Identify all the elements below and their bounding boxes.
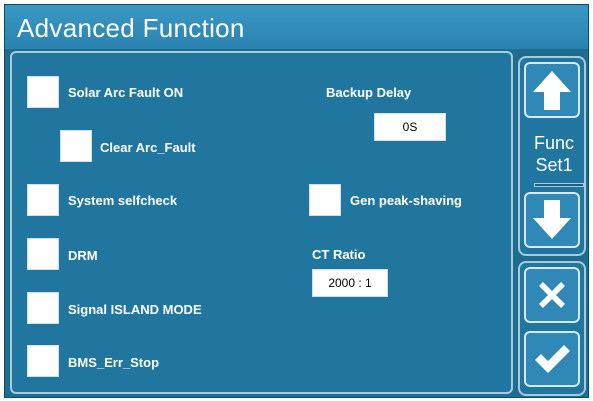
action-group xyxy=(518,261,586,396)
title-bar: Advanced Function xyxy=(5,5,588,49)
signal-island-mode-label: Signal ISLAND MODE xyxy=(68,302,202,317)
system-selfcheck-label: System selfcheck xyxy=(68,193,178,208)
func-set-line1: Func xyxy=(533,133,575,153)
func-set-indicator xyxy=(534,183,584,187)
gen-peak-shaving-label: Gen peak-shaving xyxy=(350,193,462,208)
arrow-up-icon xyxy=(533,71,571,110)
settings-panel: Solar Arc Fault ON Clear Arc_Fault Syste… xyxy=(10,51,513,394)
clear-arc-fault-label: Clear Arc_Fault xyxy=(100,140,196,155)
func-set-line2: Set1 xyxy=(535,155,573,175)
solar-arc-fault-checkbox[interactable] xyxy=(27,76,59,108)
page-title: Advanced Function xyxy=(17,13,245,43)
drm-label: DRM xyxy=(68,248,98,263)
clear-arc-fault-checkbox[interactable] xyxy=(60,130,92,162)
page-up-button[interactable] xyxy=(524,62,580,118)
bms-err-stop-label: BMS_Err_Stop xyxy=(68,355,160,370)
ct-ratio-label: CT Ratio xyxy=(312,247,366,262)
page-down-button[interactable] xyxy=(524,192,580,248)
backup-delay-label: Backup Delay xyxy=(326,85,412,100)
ct-ratio-field[interactable]: 2000 : 1 xyxy=(312,269,388,297)
check-icon xyxy=(535,345,570,373)
arrow-down-icon xyxy=(533,200,571,239)
confirm-button[interactable] xyxy=(524,331,580,387)
cancel-button[interactable] xyxy=(524,267,580,323)
function-nav-group: Func Set1 xyxy=(518,56,586,256)
signal-island-mode-checkbox[interactable] xyxy=(27,292,59,324)
system-selfcheck-checkbox[interactable] xyxy=(27,184,59,216)
backup-delay-field[interactable]: 0S xyxy=(374,113,446,141)
solar-arc-fault-label: Solar Arc Fault ON xyxy=(68,85,184,100)
close-icon xyxy=(539,282,565,308)
bms-err-stop-checkbox[interactable] xyxy=(27,345,59,377)
gen-peak-shaving-checkbox[interactable] xyxy=(309,184,341,216)
drm-checkbox[interactable] xyxy=(27,238,59,270)
